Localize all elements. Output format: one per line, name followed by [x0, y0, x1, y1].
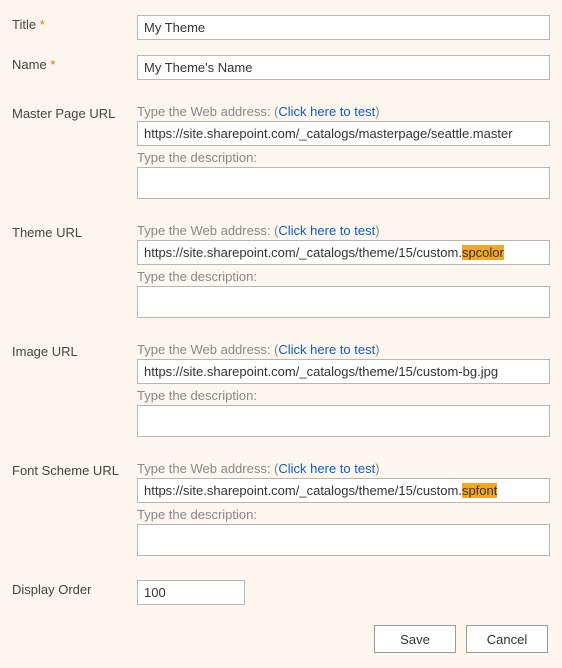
highlight-spfont: spfont	[462, 483, 497, 498]
description-prompt: Type the description:	[137, 269, 550, 284]
name-label: Name *	[12, 55, 137, 72]
description-prompt: Type the description:	[137, 388, 550, 403]
theme-url-label: Theme URL	[12, 223, 137, 240]
image-url-input[interactable]	[137, 359, 550, 384]
address-prompt: Type the Web address: (Click here to tes…	[137, 223, 550, 238]
theme-url-input[interactable]: https://site.sharepoint.com/_catalogs/th…	[137, 240, 550, 265]
image-url-label: Image URL	[12, 342, 137, 359]
save-button[interactable]: Save	[374, 625, 456, 653]
address-prompt: Type the Web address: (Click here to tes…	[137, 342, 550, 357]
test-link[interactable]: Click here to test	[278, 461, 375, 476]
cancel-button[interactable]: Cancel	[466, 625, 548, 653]
display-order-input[interactable]	[137, 580, 245, 605]
test-link[interactable]: Click here to test	[278, 342, 375, 357]
font-scheme-description-input[interactable]	[137, 524, 550, 556]
required-asterisk: *	[50, 57, 55, 72]
address-prompt: Type the Web address: (Click here to tes…	[137, 461, 550, 476]
name-input[interactable]	[137, 55, 550, 80]
required-asterisk: *	[40, 17, 45, 32]
master-page-description-input[interactable]	[137, 167, 550, 199]
highlight-spcolor: spcolor	[462, 245, 504, 260]
master-page-url-input[interactable]	[137, 121, 550, 146]
test-link[interactable]: Click here to test	[278, 104, 375, 119]
font-scheme-url-label: Font Scheme URL	[12, 461, 137, 478]
theme-description-input[interactable]	[137, 286, 550, 318]
image-description-input[interactable]	[137, 405, 550, 437]
test-link[interactable]: Click here to test	[278, 223, 375, 238]
address-prompt: Type the Web address: (Click here to tes…	[137, 104, 550, 119]
master-page-url-label: Master Page URL	[12, 104, 137, 121]
display-order-label: Display Order	[12, 580, 137, 597]
description-prompt: Type the description:	[137, 150, 550, 165]
description-prompt: Type the description:	[137, 507, 550, 522]
font-scheme-url-input[interactable]: https://site.sharepoint.com/_catalogs/th…	[137, 478, 550, 503]
title-label: Title *	[12, 15, 137, 32]
title-input[interactable]	[137, 15, 550, 40]
